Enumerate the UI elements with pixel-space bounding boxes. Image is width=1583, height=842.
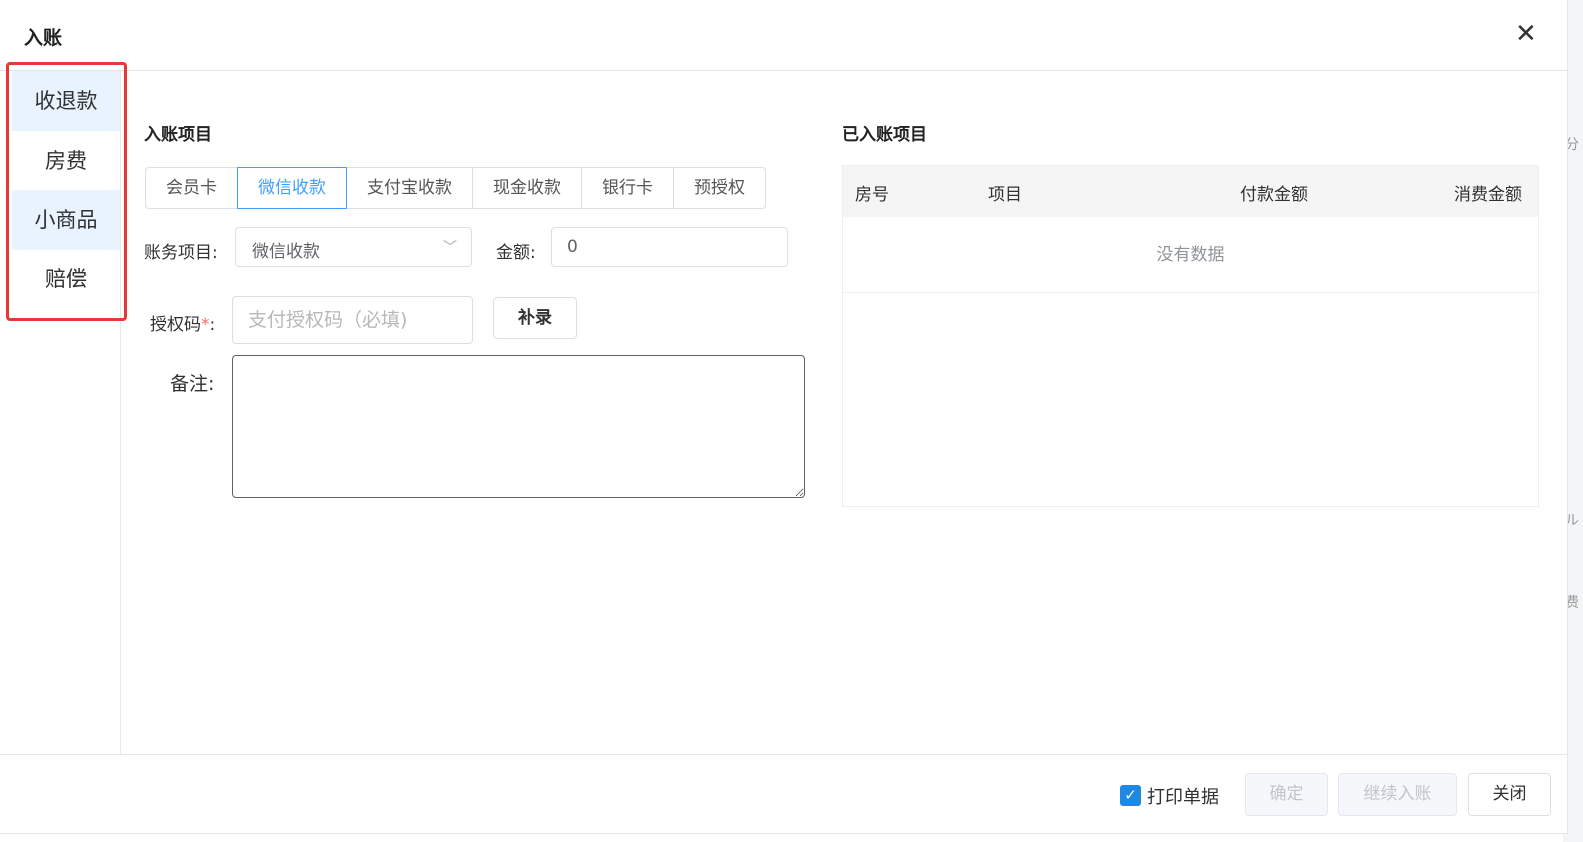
column-header-item: 项目 [988, 185, 1022, 205]
column-header-room-no: 房号 [855, 185, 889, 205]
chevron-down-icon: ﹀ [443, 240, 457, 256]
table-header: 房号 项目 付款金额 消费金额 [843, 166, 1538, 217]
sidebar-item-refund[interactable]: 收退款 [12, 71, 120, 131]
account-item-select[interactable]: 微信收款 ﹀ [235, 227, 472, 267]
tab-cash[interactable]: 现金收款 [472, 167, 582, 209]
tab-pre-authorization[interactable]: 预授权 [673, 167, 766, 209]
payment-method-tabs: 会员卡 微信收款 支付宝收款 现金收款 银行卡 预授权 [145, 167, 766, 209]
posting-dialog: 入账 ✕ 收退款 房费 小商品 赔偿 入账项目 会员卡 微信收款 支付宝收款 现… [0, 0, 1568, 834]
tab-member-card[interactable]: 会员卡 [145, 167, 238, 209]
dialog-footer [0, 754, 1568, 834]
amount-label: 金额: [496, 243, 536, 263]
sidebar-item-room-fee[interactable]: 房费 [12, 131, 120, 191]
sidebar-item-label: 收退款 [34, 89, 98, 113]
sidebar-item-compensation[interactable]: 赔偿 [12, 249, 120, 309]
posted-items-table: 房号 项目 付款金额 消费金额 没有数据 [842, 165, 1539, 507]
sidebar-item-label: 赔偿 [45, 267, 87, 291]
auth-code-colon: : [209, 315, 216, 335]
amount-value: 0 [567, 237, 578, 257]
sidebar-item-small-goods[interactable]: 小商品 [12, 190, 120, 250]
amount-input[interactable]: 0 [551, 227, 788, 267]
tab-alipay[interactable]: 支付宝收款 [346, 167, 473, 209]
sidebar-item-label: 房费 [45, 149, 87, 173]
entry-section-title: 入账项目 [144, 125, 212, 145]
auth-code-placeholder: 支付授权码（必填) [248, 309, 408, 331]
empty-state-text: 没有数据 [843, 217, 1538, 293]
account-item-value: 微信收款 [252, 242, 320, 262]
auth-code-input[interactable]: 支付授权码（必填) [232, 296, 473, 344]
dialog-header: 入账 ✕ [0, 0, 1568, 71]
remark-label: 备注: [170, 373, 215, 395]
print-receipt-label[interactable]: 打印单据 [1147, 783, 1219, 809]
close-button[interactable]: 关闭 [1468, 773, 1551, 816]
column-header-consumption-amount: 消费金额 [1454, 185, 1522, 205]
column-header-payment-amount: 付款金额 [1240, 185, 1308, 205]
print-receipt-checkbox[interactable]: ✓ [1120, 785, 1141, 806]
confirm-button[interactable]: 确定 [1245, 773, 1328, 816]
tab-wechat-pay[interactable]: 微信收款 [237, 167, 347, 209]
posted-section-title: 已入账项目 [842, 125, 927, 145]
continue-posting-button[interactable]: 继续入账 [1338, 773, 1457, 816]
supplement-button[interactable]: 补录 [493, 297, 577, 339]
remark-textarea[interactable] [232, 355, 805, 498]
tab-bank-card[interactable]: 银行卡 [581, 167, 674, 209]
required-mark: * [201, 315, 210, 335]
sidebar-item-label: 小商品 [34, 208, 98, 232]
auth-code-label: 授权码*: [150, 310, 215, 335]
dialog-title: 入账 [24, 27, 63, 49]
auth-code-label-text: 授权码 [150, 315, 201, 335]
close-icon[interactable]: ✕ [1515, 20, 1537, 48]
account-item-label: 账务项目: [144, 243, 218, 263]
